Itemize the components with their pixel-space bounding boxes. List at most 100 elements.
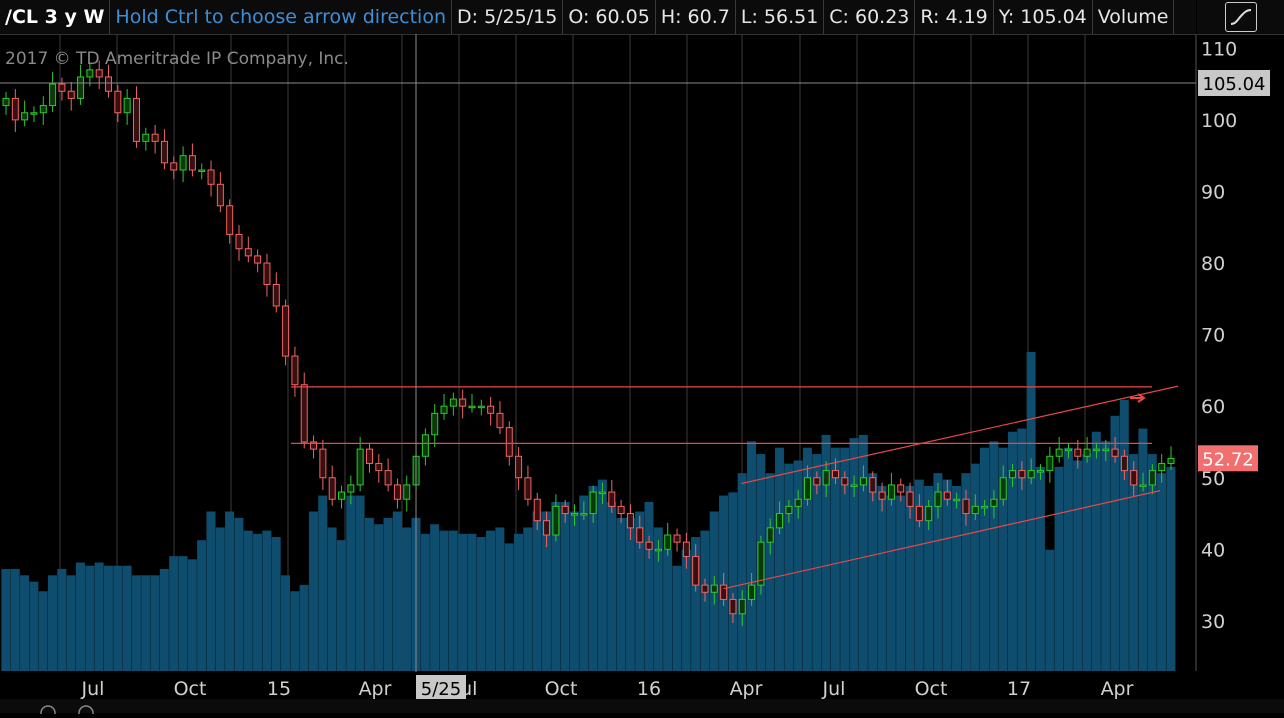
candle-body [365, 448, 373, 464]
candle-body [748, 584, 756, 600]
candle-body [487, 405, 495, 414]
volume-bar [1063, 447, 1073, 671]
y-tick-label: 80 [1201, 253, 1225, 275]
volume-bar [290, 591, 300, 671]
candle-body [1018, 470, 1026, 479]
volume-bar [560, 501, 570, 671]
candle-body [1120, 455, 1128, 472]
volume-bar [253, 533, 263, 671]
candle-body [822, 470, 830, 486]
volume-bar [402, 527, 412, 671]
volume-bar [355, 495, 365, 671]
candle-body [1064, 448, 1072, 452]
candle-body [338, 491, 346, 500]
volume-bar [467, 533, 477, 671]
volume-bar [159, 568, 169, 671]
candle-body [477, 405, 485, 409]
candle-body [710, 584, 718, 593]
candle-body [682, 541, 690, 557]
x-tick-label: Oct [174, 678, 207, 700]
candle-body [291, 355, 299, 386]
volume-bar [122, 565, 132, 671]
candle-body [132, 97, 140, 142]
x-tick-label: Jul [81, 678, 105, 700]
x-tick-label: 17 [1007, 678, 1031, 700]
volume-bar [1166, 466, 1176, 671]
candle-body [49, 83, 57, 107]
volume-bar [1026, 352, 1036, 671]
candle-body [272, 284, 280, 307]
candle-body [282, 305, 290, 357]
volume-bar [644, 501, 654, 671]
price-axis[interactable]: 30405060708090100110 [1201, 38, 1237, 633]
volume-bar [420, 533, 430, 671]
candle-body [440, 405, 448, 414]
candle-body [67, 90, 75, 99]
y-tick-label: 60 [1201, 396, 1225, 418]
y-tick-label: 90 [1201, 181, 1225, 203]
candle-body [11, 97, 19, 121]
volume-bar [774, 447, 784, 671]
volume-bar [597, 479, 607, 671]
candle-body [1027, 470, 1035, 479]
volume-bar [1101, 441, 1111, 671]
volume-bar [532, 511, 542, 671]
volume-bar [141, 575, 151, 671]
candle-body [170, 162, 178, 171]
candle-body [1158, 462, 1166, 472]
candle-body [198, 169, 206, 172]
candle-body [543, 520, 551, 536]
candle-body [1037, 470, 1045, 473]
volume-bar [1054, 466, 1064, 671]
candle-body [105, 76, 113, 92]
candle-body [300, 384, 308, 443]
volume-bar [849, 438, 859, 671]
volume-bar [495, 527, 505, 671]
volume-bar [234, 517, 244, 671]
volume-bar [980, 447, 989, 671]
last-price-badge: 52.72 [1198, 445, 1258, 472]
crosshair-price-label: 105.04 [1203, 74, 1266, 95]
candle-body [1074, 448, 1082, 457]
volume-bar [607, 501, 617, 671]
volume-bar [747, 441, 756, 671]
candle-body [617, 505, 625, 515]
volume-bar [430, 524, 440, 671]
candle-body [21, 112, 29, 121]
candle-body [654, 548, 662, 552]
candle-body [561, 505, 569, 515]
volume-bar [85, 565, 95, 671]
volume-bar [336, 540, 346, 671]
candle-body [934, 491, 942, 507]
candle-body [533, 498, 541, 522]
volume-bar [308, 511, 318, 671]
volume-bar [1035, 466, 1045, 671]
candle-body [878, 491, 886, 500]
candle-body [1009, 470, 1017, 479]
candle-body [384, 470, 392, 486]
candle-body [869, 477, 877, 493]
candle-body [449, 398, 457, 407]
candle-body [981, 505, 989, 509]
x-tick-label: Apr [1101, 678, 1134, 700]
candle-body [515, 455, 523, 479]
volume-bar [1091, 431, 1101, 671]
volume-bar [672, 565, 682, 671]
price-chart[interactable]: 2017 © TD Ameritrade IP Company, Inc. 30… [0, 0, 1284, 713]
candle-body [123, 97, 131, 114]
volume-bar [10, 568, 20, 671]
candle-body [766, 527, 774, 543]
candle-body [794, 498, 802, 507]
volume-bar [476, 537, 486, 671]
candle-body [971, 505, 979, 515]
volume-bar [784, 463, 794, 671]
candle-body [216, 183, 224, 207]
volume-bar [1119, 399, 1129, 671]
candle-body [925, 505, 933, 522]
candle-body [887, 484, 895, 500]
last-price-label: 52.72 [1202, 449, 1254, 470]
crosshair-date-label: 5/25 [421, 679, 461, 700]
volume-bar [579, 495, 589, 671]
candle-body [58, 83, 66, 92]
time-axis[interactable]: JulOct15AprJulOct16AprJulOct17Apr [81, 678, 1134, 700]
